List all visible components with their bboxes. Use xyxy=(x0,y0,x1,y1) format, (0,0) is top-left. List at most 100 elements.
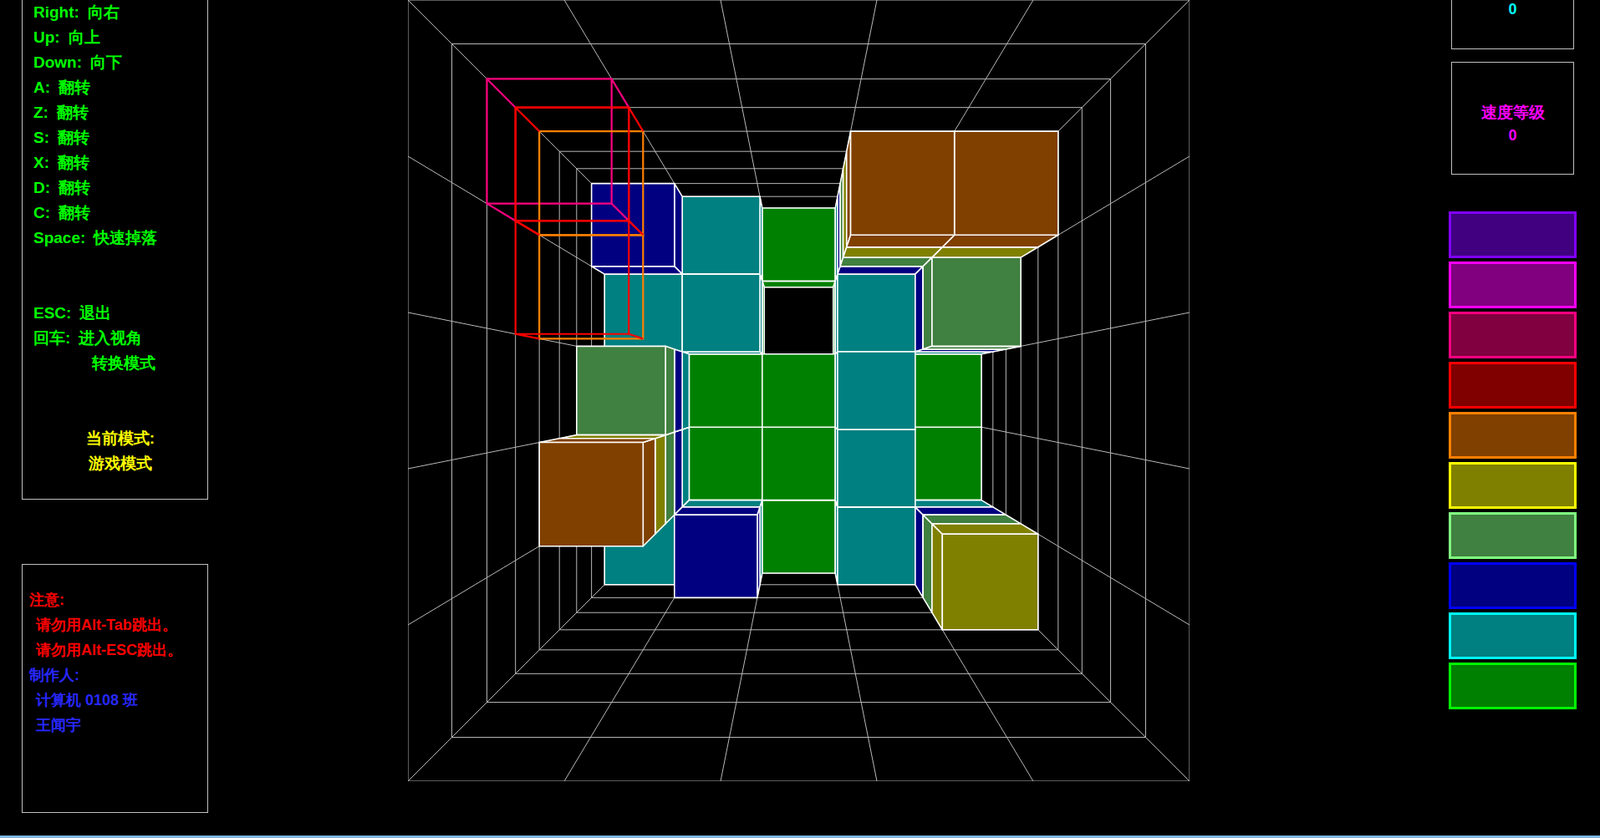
falling-cube-edge xyxy=(486,203,515,222)
block-side-face xyxy=(642,438,655,547)
control-action: 翻转 xyxy=(56,100,89,126)
control-key: C: xyxy=(33,200,51,226)
block-cube xyxy=(682,196,763,281)
block-side-face xyxy=(674,183,683,276)
control-row: X: 翻转 xyxy=(33,150,208,176)
block-front-face xyxy=(576,346,666,435)
block-front-face xyxy=(674,514,758,598)
control-row: A:翻转 xyxy=(33,75,208,101)
control-key: Up: xyxy=(33,25,61,51)
block-front-face xyxy=(762,208,836,281)
author-line: 王闻宇 xyxy=(29,713,208,739)
block-front-face xyxy=(591,183,675,267)
wall-line xyxy=(407,563,627,782)
falling-cube-edge xyxy=(628,220,643,235)
author-line: 计算机 0108 班 xyxy=(29,687,208,714)
block-front-face xyxy=(932,257,1021,347)
control-action: 进入视角 xyxy=(78,326,143,352)
block-cube xyxy=(942,131,1059,248)
depth-swatch xyxy=(1448,412,1577,459)
right-column: 0 速度等级0 xyxy=(1448,0,1577,710)
control-row: D:翻转 xyxy=(33,175,208,201)
block-cube xyxy=(604,274,689,355)
block-front-face xyxy=(954,131,1059,235)
score-value: 0 xyxy=(1508,0,1517,19)
control-row: C:翻转 xyxy=(33,200,208,226)
block-cube xyxy=(682,274,763,355)
control-key: X: xyxy=(33,150,50,176)
falling-cube-edge xyxy=(515,220,540,235)
block-side-face xyxy=(922,257,933,350)
block-cube xyxy=(835,351,916,430)
control-action: 翻转 xyxy=(57,125,90,151)
block-front-face xyxy=(850,131,955,235)
block-cube xyxy=(922,257,1021,350)
block-side-face xyxy=(932,247,1039,258)
depth-swatch xyxy=(1448,211,1577,259)
control-action: 翻转 xyxy=(58,175,91,201)
control-action: 翻转 xyxy=(57,150,90,176)
mode-label: 当前模式: xyxy=(86,426,155,452)
speed-label: 速度等级 xyxy=(1481,101,1545,125)
system-keys: ESC:退出回车:进入视角转换模式 xyxy=(33,300,208,377)
block-front-face xyxy=(837,507,916,586)
mode-value: 游戏模式 xyxy=(88,451,153,477)
control-row: 回车:进入视角 xyxy=(33,326,208,352)
falling-cube-edge xyxy=(515,220,540,235)
game-well xyxy=(407,0,1190,782)
block-front-face xyxy=(837,274,916,352)
block-cube xyxy=(762,208,836,288)
block-front-face xyxy=(908,427,982,500)
speed-panel: 速度等级0 xyxy=(1451,61,1575,175)
score-panel: 0 xyxy=(1451,0,1575,50)
control-action: 退出 xyxy=(79,300,112,327)
control-action: 向下 xyxy=(90,50,123,76)
falling-cube-edge xyxy=(628,220,643,235)
block-front-face xyxy=(837,429,916,508)
notice-line: 请勿用Alt-Tab跳出。 xyxy=(29,612,208,638)
game-screen: Right:向右Up:向上Down:向下A:翻转Z:翻转S:翻转X:翻转D:翻转… xyxy=(0,0,1600,836)
block-side-face xyxy=(915,507,923,599)
falling-cube-edge xyxy=(515,107,540,132)
control-row: ESC:退出 xyxy=(33,300,208,327)
falling-cube-back xyxy=(539,131,643,235)
wall-line xyxy=(833,563,877,782)
block-front-face xyxy=(539,443,643,547)
block-side-face xyxy=(682,427,689,508)
depth-swatch xyxy=(1448,562,1577,610)
falling-cube xyxy=(515,107,644,236)
wall-line xyxy=(407,563,627,782)
block-cube xyxy=(688,425,765,501)
depth-swatch xyxy=(1448,612,1577,660)
notice-line: 请勿用Alt-ESC跳出。 xyxy=(29,637,208,663)
well-grid xyxy=(407,0,1190,782)
block-side-face xyxy=(762,280,836,287)
block-side-face xyxy=(915,507,1007,515)
block-front-face xyxy=(762,427,836,500)
block-cube xyxy=(835,500,916,586)
falling-cube xyxy=(486,78,629,221)
block-side-face xyxy=(922,514,1021,525)
falling-cube-back xyxy=(539,234,643,339)
depth-swatch xyxy=(1448,462,1577,510)
well-ring xyxy=(539,131,1059,651)
block-side-face xyxy=(846,234,955,247)
depth-legend xyxy=(1448,211,1577,710)
control-action: 向右 xyxy=(87,0,120,26)
block-cube xyxy=(762,354,836,428)
block-side-face xyxy=(674,429,683,515)
block-side-face xyxy=(682,500,763,508)
block-front-face xyxy=(762,354,836,428)
well-ring xyxy=(407,0,1190,782)
block-cube xyxy=(674,507,760,599)
block-front-face xyxy=(837,351,916,430)
block-side-face xyxy=(682,351,689,430)
block-front-face xyxy=(908,354,982,428)
well-canvas xyxy=(407,0,1190,782)
falling-cube-front xyxy=(515,107,630,222)
control-key: Z: xyxy=(33,100,49,126)
control-action-continuation: 转换模式 xyxy=(33,351,208,377)
block-front-face xyxy=(942,534,1039,631)
block-front-face xyxy=(688,354,762,428)
depth-swatch xyxy=(1448,662,1577,710)
